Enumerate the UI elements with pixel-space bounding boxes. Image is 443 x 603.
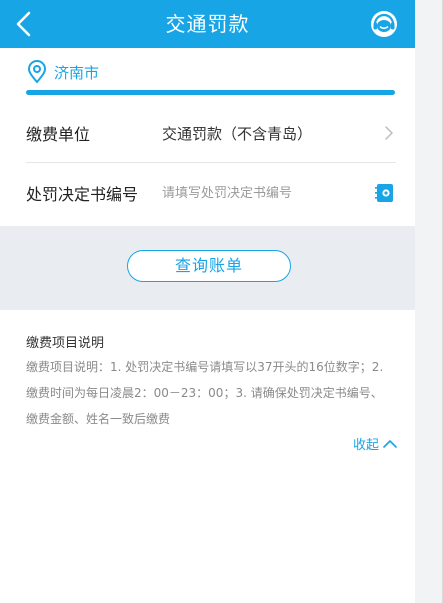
row-divider	[26, 162, 396, 163]
payee-value: 交通罚款（不含青岛）	[162, 124, 313, 143]
customer-service-icon	[371, 11, 397, 37]
payee-label: 缴费单位	[26, 125, 91, 144]
payee-row[interactable]: 缴费单位 交通罚款（不含青岛）	[26, 109, 396, 157]
decision-number-label: 处罚决定书编号	[26, 185, 139, 204]
chevron-up-icon	[383, 439, 397, 448]
top-bar: 交通罚款	[0, 0, 415, 48]
decision-number-input[interactable]	[162, 185, 352, 201]
app-window: 交通罚款 济南市 缴费单位 交通罚款（不含青岛） 处罚决定书编号 请填写处罚决定…	[0, 0, 443, 603]
chevron-right-icon	[385, 126, 393, 140]
page-title: 交通罚款	[165, 12, 250, 36]
collapse-label: 收起	[352, 438, 379, 453]
notes-title: 缴费项目说明	[26, 336, 105, 351]
city-selector[interactable]: 济南市	[26, 58, 99, 86]
scan-button[interactable]	[374, 182, 396, 204]
collapse-button[interactable]: 收起	[353, 434, 397, 453]
city-name: 济南市	[54, 63, 100, 82]
notes-body: 缴费项目说明：1. 处罚决定书编号请填写以37开头的16位数字；2. 缴费时间为…	[26, 360, 384, 426]
scan-card-icon	[375, 184, 393, 202]
query-section: 查询账单	[0, 226, 415, 310]
location-pin-icon	[27, 60, 47, 84]
phone-screen: 交通罚款 济南市 缴费单位 交通罚款（不含青岛） 处罚决定书编号 请填写处罚决定…	[0, 0, 415, 603]
section-divider	[26, 90, 395, 95]
customer-service-button[interactable]	[370, 10, 398, 38]
decision-number-row: 处罚决定书编号	[26, 169, 396, 217]
query-bill-button[interactable]: 查询账单	[127, 250, 291, 282]
